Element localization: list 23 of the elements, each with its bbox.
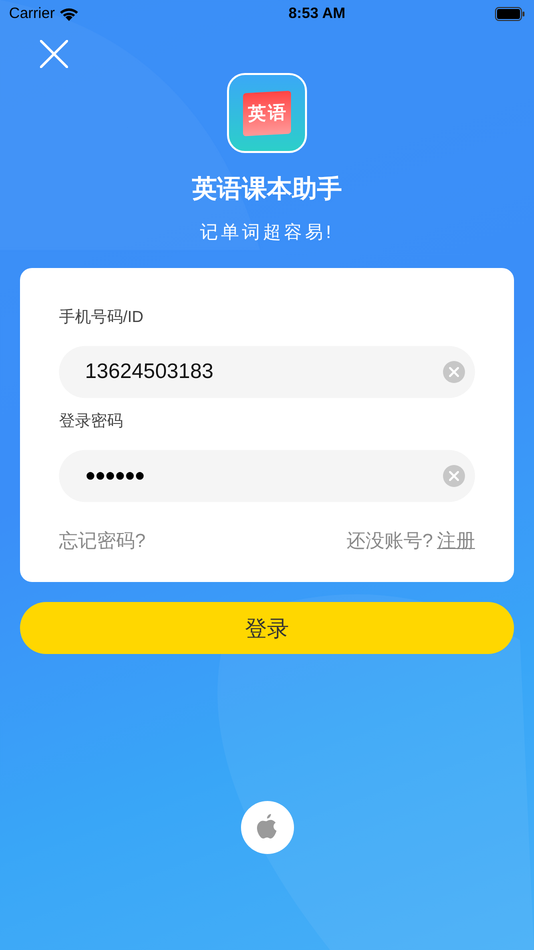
forgot-password-link[interactable]: 忘记密码? [59, 528, 146, 556]
close-icon[interactable] [40, 40, 68, 68]
carrier-label: Carrier [9, 4, 55, 24]
login-button[interactable]: 登录 [20, 602, 514, 654]
field-value: ●●●●●● [85, 464, 146, 487]
apple-login-button[interactable] [240, 801, 294, 854]
logo-character: 英 [248, 102, 266, 126]
slogan: 记单词超容易! [198, 220, 335, 244]
field-value: 13624503183 [85, 358, 214, 385]
no-account-text: 还没账号? [346, 530, 433, 554]
field-label: 登录密码 [59, 412, 124, 432]
register-link[interactable]: 注册 [437, 528, 475, 556]
clear-icon[interactable] [443, 464, 465, 486]
phone-field[interactable]: 13624503183 [59, 346, 475, 398]
logo-character: 语 [268, 100, 286, 126]
battery-icon [495, 7, 525, 21]
app-title: 英语课本助手 [191, 174, 343, 205]
password-field[interactable]: ●●●●●● [59, 450, 475, 502]
field-label: 手机号码/ID [59, 308, 144, 328]
clear-icon[interactable] [443, 360, 465, 382]
wifi-icon [58, 7, 79, 21]
clock: 8:53 AM [288, 4, 346, 24]
apple-icon [255, 814, 279, 842]
